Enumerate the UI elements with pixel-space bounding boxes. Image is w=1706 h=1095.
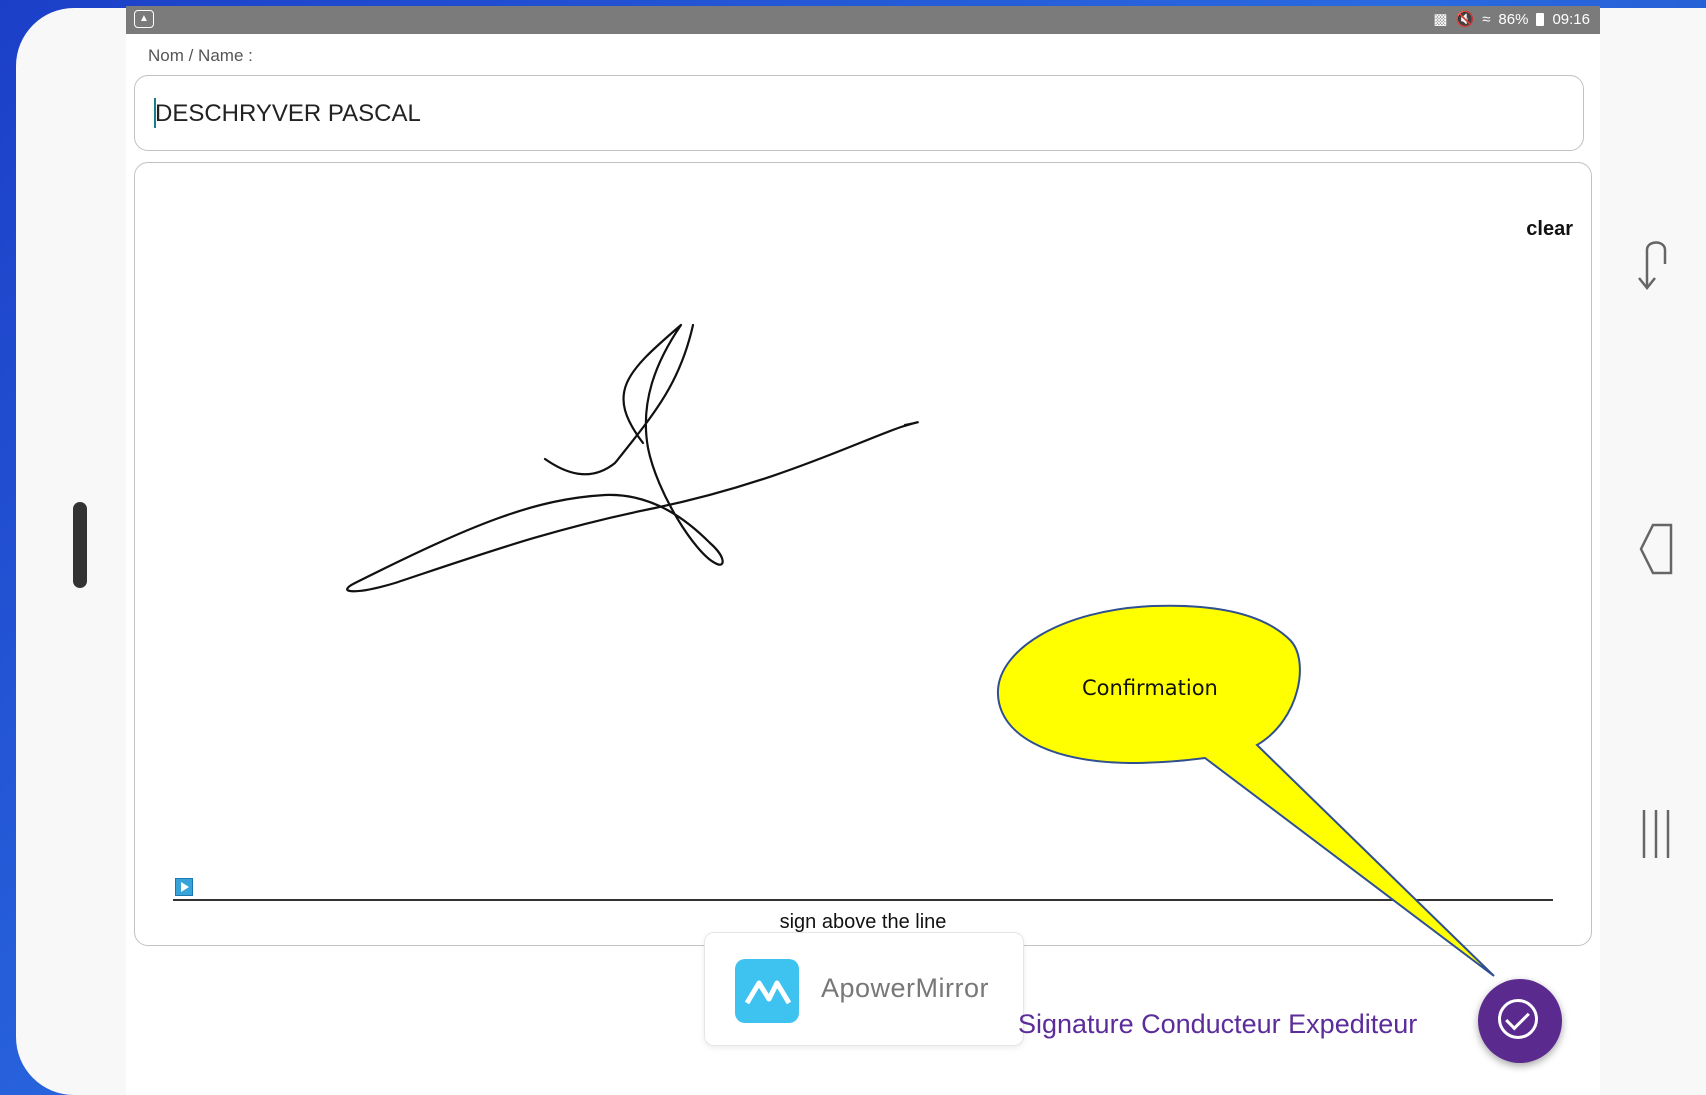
name-field[interactable]: DESCHRYVER PASCAL (134, 75, 1584, 151)
rotate-icon[interactable] (1635, 232, 1675, 297)
name-label: Nom / Name : (148, 46, 253, 65)
back-icon[interactable] (1637, 521, 1677, 582)
signature-baseline (173, 899, 1553, 901)
name-value: DESCHRYVER PASCAL (155, 100, 421, 127)
side-handle[interactable] (73, 502, 87, 588)
status-bar: ▲ ▩ 🔇 ≈ 86% 09:16 (126, 6, 1600, 34)
app-screen: ▲ ▩ 🔇 ≈ 86% 09:16 Nom / Name : DESCHRYVE… (126, 6, 1600, 1095)
clock: 09:16 (1552, 10, 1590, 28)
footer-title: Signature Conducteur Expediteur (1018, 1009, 1418, 1039)
battery-percent: 86% (1498, 10, 1529, 28)
signature-stroke (346, 323, 919, 593)
wifi-icon: ≈ (1482, 10, 1491, 28)
confirm-button[interactable] (1478, 979, 1562, 1063)
signature-pad[interactable]: clear sign above the line (134, 162, 1592, 946)
sign-caption: sign above the line (779, 911, 947, 933)
apowermirror-logo-icon (735, 959, 799, 1023)
cast-icon: ▩ (1433, 11, 1448, 28)
mute-icon: 🔇 (1455, 11, 1475, 28)
apowermirror-toast: ApowerMirror (704, 932, 1024, 1046)
battery-icon (1536, 12, 1545, 26)
status-icons: ▩ 🔇 ≈ 86% 09:16 (1433, 10, 1590, 29)
apowermirror-label: ApowerMirror (821, 973, 990, 1003)
recent-apps-icon[interactable] (1640, 806, 1672, 867)
callout-label: Confirmation (1082, 676, 1218, 700)
gallery-icon: ▲ (134, 10, 154, 28)
play-icon[interactable] (175, 878, 193, 896)
